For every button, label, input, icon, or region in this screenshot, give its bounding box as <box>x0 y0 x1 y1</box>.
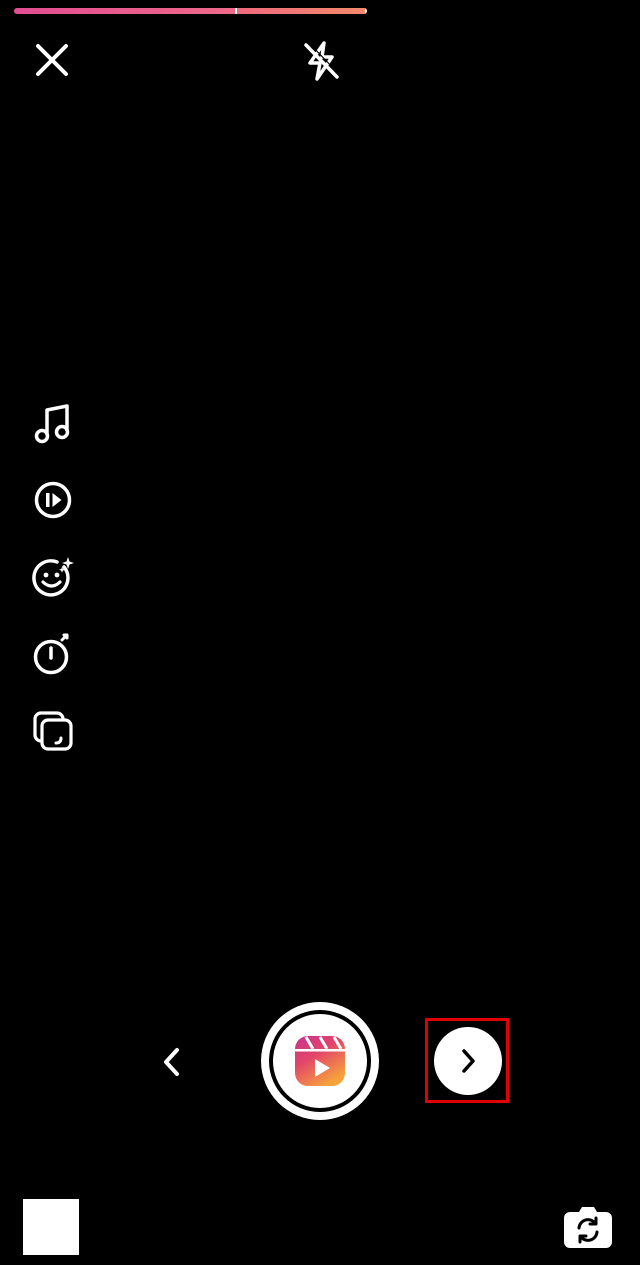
chevron-left-icon <box>164 1048 179 1076</box>
flash-toggle-button[interactable] <box>296 36 346 86</box>
layout-icon <box>33 711 73 751</box>
reels-camera-screen <box>0 0 640 1265</box>
close-button[interactable] <box>28 36 76 84</box>
music-note-icon <box>34 404 70 444</box>
sparkle-face-icon <box>32 557 74 597</box>
flip-camera-button[interactable] <box>562 1202 614 1252</box>
chevron-right-icon <box>462 1049 475 1073</box>
gallery-thumbnail[interactable] <box>23 1199 79 1255</box>
next-mode-button[interactable] <box>434 1027 502 1095</box>
progress-segment-2 <box>237 8 365 14</box>
camera-tools-sidebar <box>28 398 78 783</box>
reels-logo-icon <box>295 1036 345 1086</box>
timer-icon <box>33 633 69 675</box>
previous-mode-button[interactable] <box>150 1038 194 1086</box>
layout-button[interactable] <box>28 706 78 756</box>
speed-button[interactable] <box>28 475 78 525</box>
timer-button[interactable] <box>28 629 78 679</box>
shutter-core <box>273 1014 367 1108</box>
recording-progress-bar <box>14 8 367 14</box>
effects-button[interactable] <box>28 552 78 602</box>
record-shutter-button[interactable] <box>261 1002 379 1120</box>
audio-button[interactable] <box>28 398 78 448</box>
progress-segment-1 <box>14 8 235 14</box>
flip-camera-icon <box>564 1207 612 1248</box>
flash-off-icon <box>304 41 341 81</box>
progress-end-marker <box>365 8 367 14</box>
shutter-ring <box>269 1010 371 1112</box>
close-icon <box>36 44 68 76</box>
speed-play-icon <box>34 481 72 519</box>
